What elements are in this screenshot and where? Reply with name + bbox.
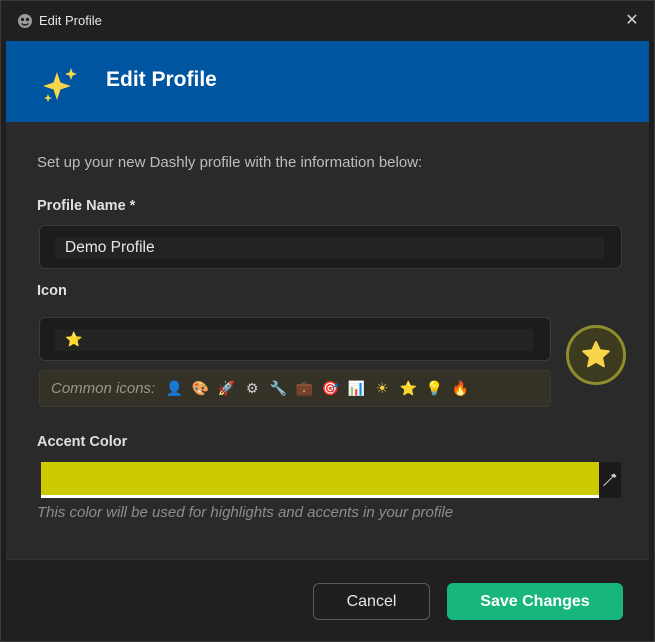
eyedropper-button[interactable] (599, 462, 621, 498)
accent-color-swatch[interactable] (41, 462, 599, 498)
fire-icon[interactable]: 🔥 (447, 381, 473, 397)
target-icon[interactable]: 🎯 (317, 381, 343, 397)
icon-field: ⭐ (39, 317, 551, 361)
common-icons-bar: Common icons: 👤 🎨 🚀 ⚙ 🔧 💼 🎯 📊 ☀ ⭐ 💡 🔥 (39, 370, 551, 407)
accent-color-label: Accent Color (37, 434, 128, 450)
common-icons-label: Common icons: (51, 380, 156, 397)
chart-icon[interactable]: 📊 (343, 381, 369, 397)
banner-title: Edit Profile (106, 68, 217, 91)
briefcase-icon[interactable]: 💼 (291, 381, 317, 397)
gear-icon[interactable]: ⚙ (239, 381, 265, 397)
cancel-button[interactable]: Cancel (313, 583, 430, 620)
rocket-icon[interactable]: 🚀 (213, 381, 239, 397)
title-bar: Edit Profile ✕ (1, 1, 654, 41)
form-content: Set up your new Dashly profile with the … (6, 122, 649, 559)
sun-icon[interactable]: ☀ (369, 381, 395, 397)
star-choice-icon[interactable]: ⭐ (395, 381, 421, 397)
save-changes-button[interactable]: Save Changes (447, 583, 623, 620)
lightbulb-icon[interactable]: 💡 (421, 381, 447, 397)
profile-name-field: Demo Profile (39, 225, 622, 269)
intro-text: Set up your new Dashly profile with the … (37, 154, 423, 171)
accent-color-hint: This color will be used for highlights a… (37, 504, 454, 521)
sparkles-icon (43, 68, 77, 102)
header-banner: Edit Profile (6, 41, 649, 122)
edit-profile-window: Edit Profile ✕ Edit Profile Set up your … (0, 0, 655, 642)
icon-input[interactable]: ⭐ (55, 329, 533, 351)
profile-name-input[interactable]: Demo Profile (55, 237, 604, 259)
palette-icon[interactable]: 🎨 (187, 381, 213, 397)
window-title: Edit Profile (39, 13, 102, 28)
eyedropper-icon (603, 473, 617, 487)
footer: Cancel Save Changes (6, 559, 649, 639)
close-icon[interactable]: ✕ (620, 9, 644, 33)
person-icon[interactable]: 👤 (161, 381, 187, 397)
icon-preview (566, 325, 626, 385)
app-icon (18, 14, 32, 28)
star-icon (582, 341, 610, 368)
wrench-icon[interactable]: 🔧 (265, 381, 291, 397)
profile-name-label: Profile Name * (37, 198, 136, 214)
icon-label: Icon (37, 283, 67, 299)
